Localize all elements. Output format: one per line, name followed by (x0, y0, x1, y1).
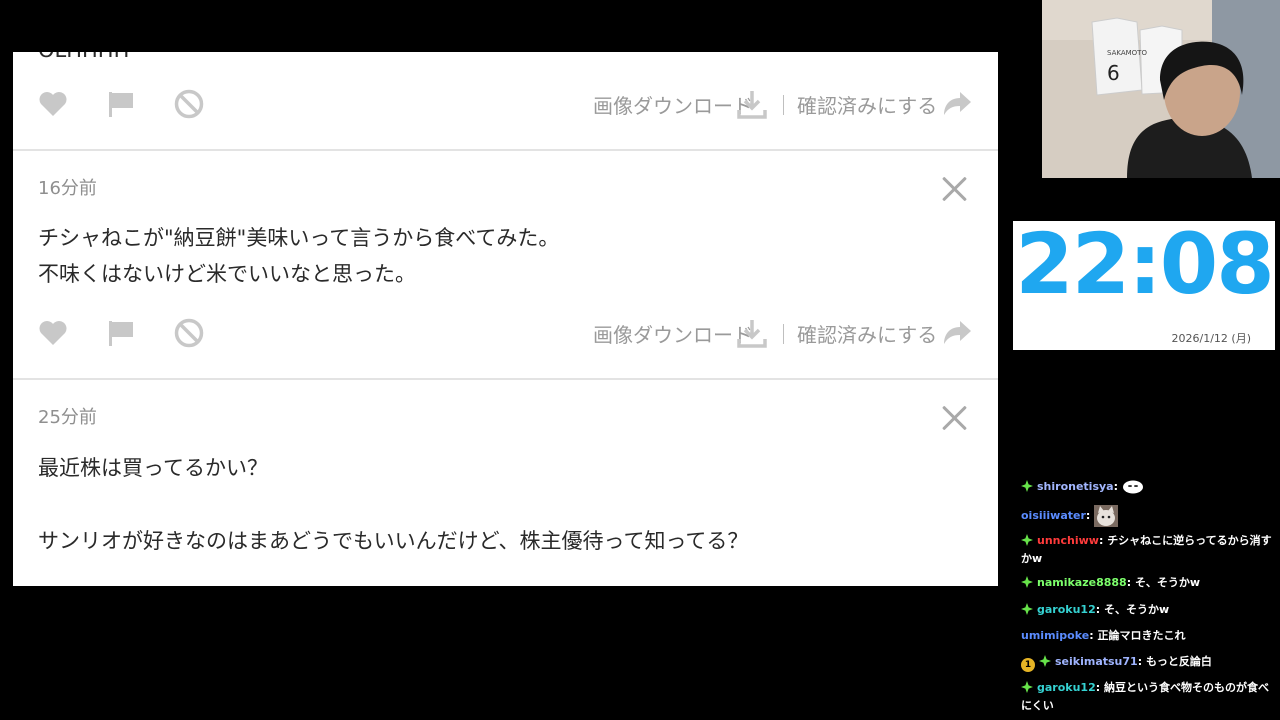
download-image-link[interactable]: 画像ダウンロード (593, 90, 753, 119)
flag-icon[interactable] (105, 88, 137, 120)
block-icon[interactable] (173, 88, 205, 120)
sparkle-badge-icon (1021, 681, 1033, 693)
sparkle-badge-icon (1021, 576, 1033, 588)
chat-text: もっと反論白 (1145, 655, 1212, 668)
download-icon[interactable] (736, 317, 768, 349)
message-text-line: チシャねこが"納豆餅"美味いって言うから食べてみた。 (38, 226, 560, 250)
message-text-line: サンリオが好きなのはまあどうでもいいんだけど、株主優待って知ってる？ (38, 529, 749, 553)
jersey-number: 6 (1107, 61, 1120, 85)
chat-colon: : (1095, 603, 1104, 616)
chat-username[interactable]: oisiiiwater (1021, 509, 1086, 522)
webcam-feed: SAKAMOTO 6 (1042, 0, 1280, 178)
card-divider (13, 149, 998, 151)
block-icon[interactable] (173, 317, 205, 349)
chat-message: 1 seikimatsu71: もっと反論白 (1021, 653, 1276, 672)
chat-colon: : (1113, 480, 1122, 493)
mark-confirmed-link[interactable]: 確認済みにする (797, 90, 937, 119)
chat-message: shironetisya: (1021, 478, 1276, 496)
chat-colon: : (1095, 681, 1104, 694)
chat-username[interactable]: garoku12 (1037, 603, 1096, 616)
close-icon[interactable] (941, 405, 967, 431)
chat-message: garoku12: 納豆という食べ物そのものが食べにくい (1021, 679, 1276, 715)
message-panel: OLHHHH 画像ダウンロード 確認済みにする 16分前 チシャねこが"納豆餅"… (13, 52, 998, 586)
chat-username[interactable]: shironetisya (1037, 480, 1114, 493)
download-icon[interactable] (736, 88, 768, 120)
close-icon[interactable] (941, 176, 967, 202)
chat-message: oisiiiwater: (1021, 505, 1276, 527)
message-time: 16分前 (38, 178, 97, 199)
chat-username[interactable]: unnchiww (1037, 534, 1099, 547)
card-divider (13, 378, 998, 380)
chat-username[interactable]: namikaze8888 (1037, 576, 1127, 589)
chat-username[interactable]: garoku12 (1037, 681, 1096, 694)
sparkle-badge-icon (1039, 655, 1051, 667)
chat-panel: shironetisya: oisiiiwater: unnchiww: チシャ… (1013, 462, 1280, 720)
ghost-emote-icon (1122, 480, 1143, 494)
chat-message: garoku12: そ、そうかw (1021, 601, 1276, 619)
message-text-line: 最近株は買ってるかい？ (38, 456, 268, 480)
flag-icon[interactable] (105, 317, 137, 349)
mark-confirmed-link[interactable]: 確認済みにする (797, 319, 937, 348)
message-text-line: OLHHHH (38, 52, 129, 68)
download-image-link[interactable]: 画像ダウンロード (593, 319, 753, 348)
chat-text: 正論マロきたこれ (1097, 629, 1186, 642)
chat-message: umimipoke: 正論マロきたこれ (1021, 627, 1276, 645)
clock-widget: 22:08 2026/1/12 (月) (1013, 215, 1275, 350)
share-arrow-icon[interactable] (941, 88, 973, 120)
divider (783, 95, 784, 115)
heart-icon[interactable] (37, 88, 69, 120)
chat-colon: : (1126, 576, 1135, 589)
clock-date: 2026/1/12 (月) (1171, 332, 1251, 345)
share-arrow-icon[interactable] (941, 317, 973, 349)
chat-message: unnchiww: チシャねこに逆らってるから消すかw (1021, 532, 1276, 568)
cat-emote-icon (1094, 505, 1119, 527)
chat-message: namikaze8888: そ、そうかw (1021, 574, 1276, 592)
chat-text: そ、そうかw (1134, 576, 1201, 589)
chat-colon: : (1085, 509, 1095, 522)
card-actions: 画像ダウンロード 確認済みにする (13, 313, 998, 353)
heart-icon[interactable] (37, 317, 69, 349)
chat-colon: : (1137, 655, 1146, 668)
chat-text: そ、そうかw (1103, 603, 1170, 616)
jersey-text: SAKAMOTO (1107, 49, 1147, 57)
message-text-line: 不味くはないけど米でいいなと思った。 (38, 262, 416, 286)
webcam-image: SAKAMOTO 6 (1042, 0, 1280, 178)
sparkle-badge-icon (1021, 480, 1033, 492)
message-time: 25分前 (38, 407, 97, 428)
card-actions: 画像ダウンロード 確認済みにする (13, 84, 998, 124)
chat-colon: : (1098, 534, 1108, 547)
clock-time: 22:08 (1015, 215, 1274, 313)
chat-username[interactable]: seikimatsu71 (1055, 655, 1138, 668)
sparkle-badge-icon (1021, 603, 1033, 615)
divider (783, 324, 784, 344)
sparkle-badge-icon (1021, 534, 1033, 546)
sub-badge: 1 (1021, 658, 1035, 672)
chat-username[interactable]: umimipoke (1021, 629, 1089, 642)
